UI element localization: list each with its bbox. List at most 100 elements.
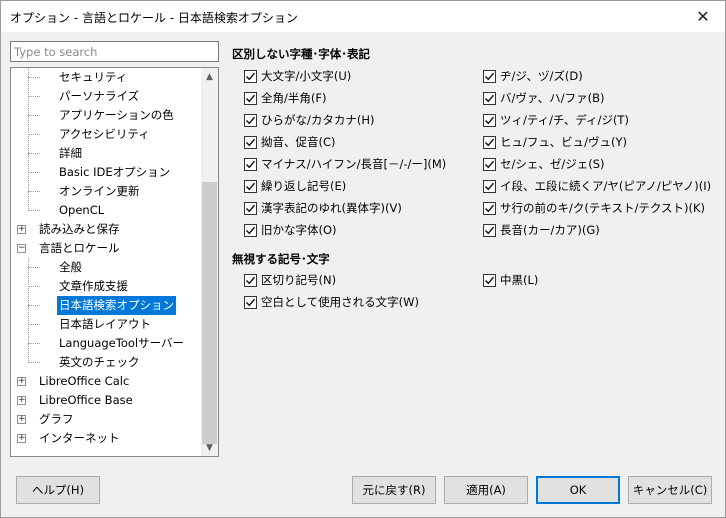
option-checkbox[interactable]: ひらがな/カタカナ(H) [244, 112, 375, 128]
option-checkbox[interactable]: 拗音、促音(C) [244, 134, 336, 150]
checkbox-icon[interactable] [244, 273, 257, 287]
checkbox-label: バ/ヴァ、ハ/ファ(B) [500, 91, 605, 105]
tree-item[interactable]: アクセシビリティ [11, 125, 201, 144]
tree-item[interactable]: セキュリティ [11, 68, 201, 87]
checkbox-icon[interactable] [244, 295, 257, 309]
checkbox-icon[interactable] [244, 201, 257, 215]
tree-connector [28, 96, 40, 97]
checkbox-icon[interactable] [483, 135, 496, 149]
tree-item-label: セキュリティ [59, 70, 128, 84]
tree-item[interactable]: − 言語とロケール [11, 239, 201, 258]
tree-item[interactable]: アプリケーションの色 [11, 106, 201, 125]
option-checkbox[interactable]: 漢字表記のゆれ(異体字)(V) [244, 200, 402, 216]
option-checkbox[interactable]: マイナス/ハイフン/長音[－/-/ー](M) [244, 156, 446, 172]
option-checkbox[interactable]: 全角/半角(F) [244, 90, 326, 106]
checkbox-label: 漢字表記のゆれ(異体字)(V) [261, 201, 402, 215]
tree-connector [28, 172, 40, 173]
scroll-up-icon[interactable]: ▲ [201, 68, 218, 85]
option-checkbox[interactable]: ヒュ/フュ、ビュ/ヴュ(Y) [483, 134, 627, 150]
checkbox-icon[interactable] [483, 91, 496, 105]
tree-item[interactable]: オンライン更新 [11, 182, 201, 201]
checkbox-icon[interactable] [244, 69, 257, 83]
tree-connector [28, 305, 40, 306]
apply-button[interactable]: 適用(A) [444, 476, 528, 504]
checkbox-label: 区切り記号(N) [261, 273, 337, 287]
checkbox-icon[interactable] [483, 69, 496, 83]
tree-item-label: LibreOffice Base [39, 393, 133, 407]
checkbox-icon[interactable] [244, 179, 257, 193]
checkbox-label: 繰り返し記号(E) [261, 179, 347, 193]
tree-item[interactable]: + LibreOffice Calc [11, 372, 201, 391]
option-checkbox[interactable]: 繰り返し記号(E) [244, 178, 346, 194]
tree-item[interactable]: Basic IDEオプション [11, 163, 201, 182]
tree-item[interactable]: 詳細 [11, 144, 201, 163]
tree-item[interactable]: 文章作成支援 [11, 277, 201, 296]
option-checkbox[interactable]: 中黒(L) [483, 272, 538, 288]
tree-item[interactable]: パーソナライズ [11, 87, 201, 106]
checkbox-label: サ行の前のキ/ク(テキスト/テクスト)(K) [500, 201, 706, 215]
tree-scrollbar[interactable]: ▲ ▼ [201, 68, 218, 456]
tree-item[interactable]: 日本語検索オプション [11, 296, 201, 315]
tree-item[interactable]: 全般 [11, 258, 201, 277]
expand-icon[interactable]: + [17, 377, 26, 386]
checkbox-icon[interactable] [483, 113, 496, 127]
close-icon[interactable]: ✕ [681, 1, 725, 32]
checkbox-icon[interactable] [483, 223, 496, 237]
tree-item-label: 言語とロケール [39, 241, 120, 255]
checkbox-icon[interactable] [244, 113, 257, 127]
checkbox-label: マイナス/ハイフン/長音[－/-/ー](M) [261, 157, 447, 171]
checkbox-label: ヂ/ジ、ヅ/ズ(D) [500, 69, 583, 83]
search-input[interactable] [10, 41, 219, 62]
reset-button[interactable]: 元に戻す(R) [352, 476, 436, 504]
expand-icon[interactable]: + [17, 225, 26, 234]
tree-connector [28, 115, 40, 116]
option-checkbox[interactable]: ツィ/ティ/チ、ディ/ジ(T) [483, 112, 629, 128]
option-checkbox[interactable]: 長音(カー/カア)(G) [483, 222, 600, 238]
scroll-down-icon[interactable]: ▼ [201, 439, 218, 456]
options-tree: セキュリティパーソナライズ アプリケーションの色 アクセシビリティ詳細 Basic I… [10, 67, 219, 457]
option-checkbox[interactable]: ヂ/ジ、ヅ/ズ(D) [483, 68, 583, 84]
checkbox-label: 大文字/小文字(U) [261, 69, 352, 83]
option-checkbox[interactable]: 区切り記号(N) [244, 272, 336, 288]
title-bar: オプション - 言語とロケール - 日本語検索オプション ✕ [1, 1, 725, 32]
tree-item[interactable]: + LibreOffice Base [11, 391, 201, 410]
option-checkbox[interactable]: バ/ヴァ、ハ/ファ(B) [483, 90, 605, 106]
tree-item[interactable]: 英文のチェック [11, 353, 201, 372]
option-checkbox[interactable]: サ行の前のキ/ク(テキスト/テクスト)(K) [483, 200, 705, 216]
scrollbar-thumb[interactable] [202, 182, 217, 444]
expand-icon[interactable]: + [17, 415, 26, 424]
ok-button[interactable]: OK [536, 476, 620, 504]
option-checkbox[interactable]: 大文字/小文字(U) [244, 68, 351, 84]
tree-connector [28, 362, 40, 363]
cancel-button[interactable]: キャンセル(C) [628, 476, 712, 504]
tree-item[interactable]: + グラフ [11, 410, 201, 429]
tree-item[interactable]: OpenCL [11, 201, 201, 220]
tree-item-label: 詳細 [59, 146, 82, 160]
checkbox-icon[interactable] [244, 223, 257, 237]
checkbox-label: 全角/半角(F) [261, 91, 327, 105]
checkbox-label: セ/シェ、ゼ/ジェ(S) [500, 157, 605, 171]
option-checkbox[interactable]: 空白として使用される文字(W) [244, 294, 419, 310]
checkbox-icon[interactable] [244, 135, 257, 149]
help-button[interactable]: ヘルプ(H) [16, 476, 100, 504]
checkbox-label: 拗音、促音(C) [261, 135, 336, 149]
tree-item[interactable]: 日本語レイアウト [11, 315, 201, 334]
tree-item[interactable]: + 読み込みと保存 [11, 220, 201, 239]
checkbox-label: 空白として使用される文字(W) [261, 295, 419, 309]
option-checkbox[interactable]: イ段、エ段に続くア/ヤ(ピアノ/ピヤノ)(I) [483, 178, 711, 194]
tree-item-label: インターネット [39, 431, 120, 445]
checkbox-icon[interactable] [244, 91, 257, 105]
checkbox-icon[interactable] [483, 157, 496, 171]
tree-connector [28, 343, 40, 344]
option-checkbox[interactable]: 旧かな字体(O) [244, 222, 337, 238]
checkbox-icon[interactable] [483, 273, 496, 287]
option-checkbox[interactable]: セ/シェ、ゼ/ジェ(S) [483, 156, 605, 172]
checkbox-icon[interactable] [483, 201, 496, 215]
checkbox-icon[interactable] [483, 179, 496, 193]
expand-icon[interactable]: + [17, 396, 26, 405]
expand-icon[interactable]: + [17, 434, 26, 443]
tree-item[interactable]: LanguageToolサーバー [11, 334, 201, 353]
tree-item[interactable]: + インターネット [11, 429, 201, 448]
checkbox-icon[interactable] [244, 157, 257, 171]
collapse-icon[interactable]: − [17, 244, 26, 253]
